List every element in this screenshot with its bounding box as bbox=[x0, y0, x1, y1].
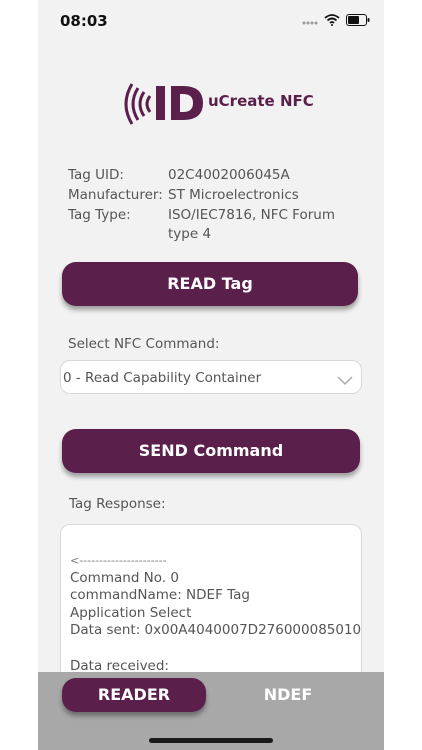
tag-info-row: Manufacturer: ST Microelectronics bbox=[68, 186, 368, 205]
tag-info-label: Tag Type: bbox=[68, 207, 131, 223]
battery-icon bbox=[346, 11, 370, 30]
command-select-value: 0 - Read Capability Container bbox=[63, 370, 262, 386]
status-time: 08:03 bbox=[60, 12, 108, 30]
response-line bbox=[70, 640, 355, 658]
tag-info-value: ISO/IEC7816, NFC Forum type 4 bbox=[168, 207, 335, 242]
wifi-icon bbox=[324, 11, 340, 30]
status-bar: 08:03 bbox=[38, 0, 384, 40]
tag-info-value: 02C4002006045A bbox=[168, 167, 290, 183]
response-line: Command No. 0 bbox=[70, 569, 179, 586]
app-screen: 08:03 uCreate NFC Tag UID: 02C4002006045… bbox=[38, 0, 384, 750]
tab-reader[interactable]: READER bbox=[62, 678, 206, 712]
send-command-button[interactable]: SEND Command bbox=[62, 429, 360, 473]
response-lines: <---------------------- Command No. 0 co… bbox=[70, 552, 362, 675]
response-line: Application Select bbox=[70, 604, 192, 621]
tab-ndef[interactable]: NDEF bbox=[228, 678, 348, 712]
signal-icon bbox=[302, 11, 318, 30]
tag-info-row: Tag UID: 02C4002006045A bbox=[68, 166, 368, 185]
chevron-down-icon bbox=[337, 371, 353, 390]
response-line: <---------------------- bbox=[70, 554, 167, 567]
home-indicator[interactable] bbox=[149, 738, 273, 743]
status-icons bbox=[302, 12, 370, 28]
response-line: Data sent: 0x00A4040007D2760000850101 bbox=[70, 622, 362, 639]
read-tag-button[interactable]: READ Tag bbox=[62, 262, 358, 306]
tag-info: Tag UID: 02C4002006045A Manufacturer: ST… bbox=[68, 166, 368, 245]
response-label: Tag Response: bbox=[69, 496, 166, 512]
command-select-label: Select NFC Command: bbox=[68, 336, 220, 352]
app-name: uCreate NFC bbox=[208, 92, 314, 110]
command-select[interactable]: 0 - Read Capability Container bbox=[60, 360, 362, 394]
tag-info-value: ST Microelectronics bbox=[168, 187, 299, 203]
tag-info-label: Tag UID: bbox=[68, 167, 124, 183]
tag-info-label: Manufacturer: bbox=[68, 187, 163, 203]
tag-info-row: Tag Type: ISO/IEC7816, NFC Forum type 4 bbox=[68, 206, 368, 244]
response-line: commandName: NDEF Tag bbox=[70, 587, 250, 604]
